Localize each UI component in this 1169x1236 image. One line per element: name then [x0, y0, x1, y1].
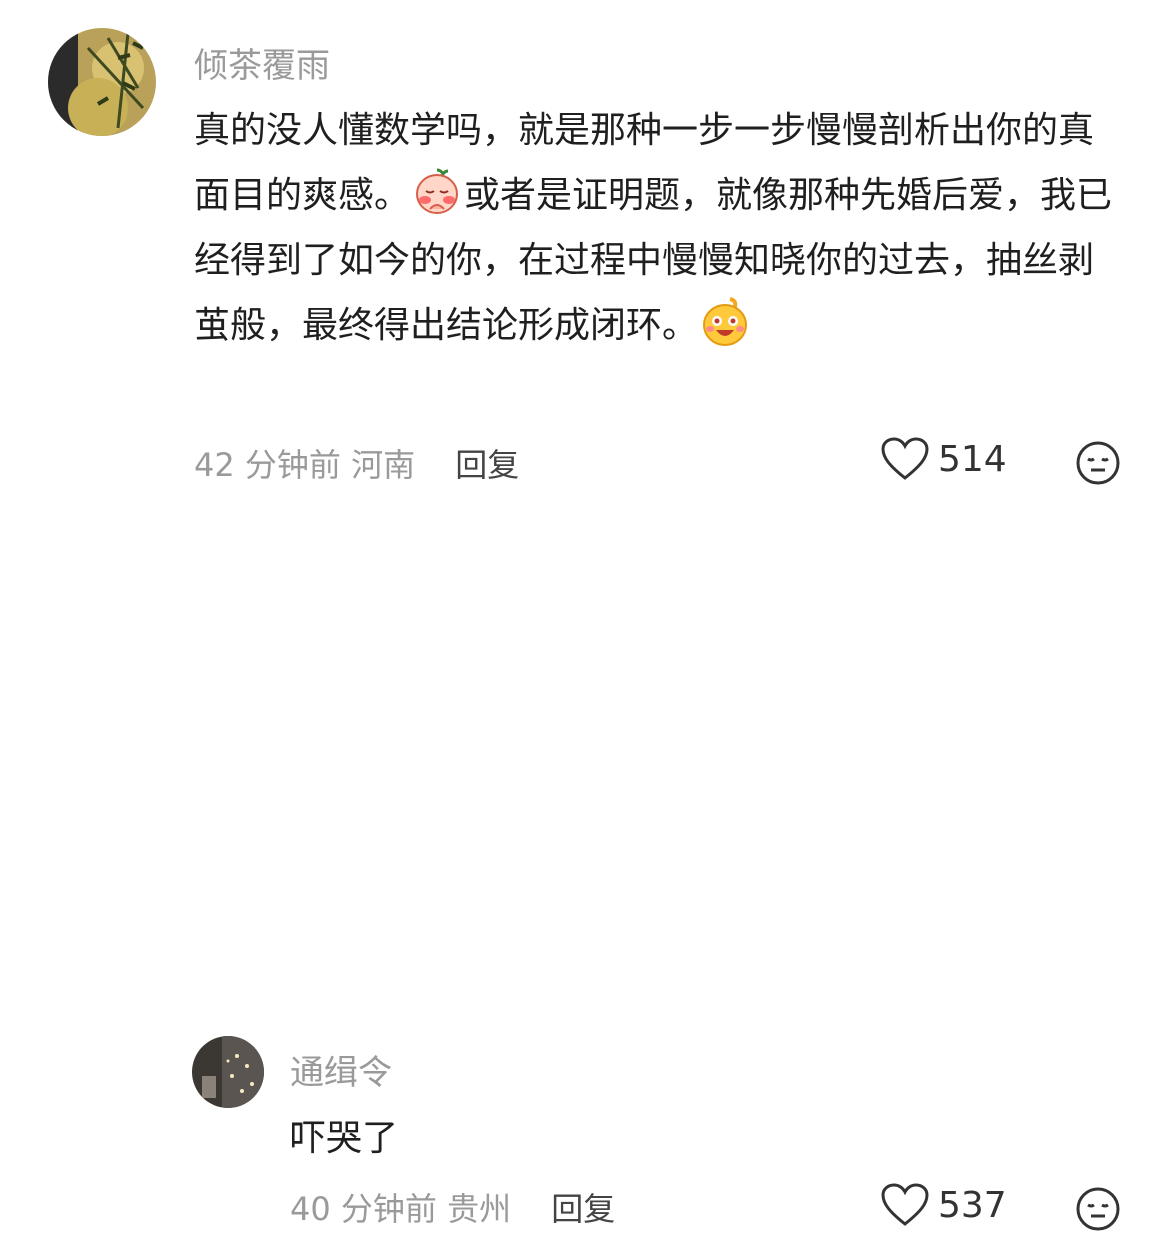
neutral-face-icon [1076, 1187, 1120, 1231]
comment-meta: 40 分钟前 贵州 回复 [290, 1184, 615, 1230]
comment-text: 吓哭了 [290, 1118, 399, 1159]
comment-time: 42 分钟前 [194, 446, 341, 484]
comment-time: 40 分钟前 [290, 1190, 437, 1228]
comment-location: 贵州 [447, 1190, 512, 1228]
watermark-overlay [1003, 697, 1163, 739]
avatar[interactable] [192, 1036, 264, 1108]
comment-meta: 42 分钟前 河南 回复 [194, 440, 519, 486]
reply-button[interactable]: 回复 [455, 446, 519, 484]
like-button[interactable]: 537 [880, 1182, 1007, 1228]
username[interactable]: 通缉令 [290, 1045, 392, 1094]
like-button[interactable]: 514 [880, 436, 1007, 482]
like-count: 514 [938, 438, 1007, 480]
reply-button[interactable]: 回复 [551, 1190, 615, 1228]
neutral-face-icon [1076, 441, 1120, 485]
grinning-face-icon [700, 297, 750, 347]
comment-location: 河南 [351, 446, 416, 484]
avatar[interactable] [48, 28, 156, 136]
reply-item: 通缉令 吓哭了 40 分钟前 贵州 回复 537 [0, 510, 1169, 1231]
comment-text: 真的没人懂数学吗，就是那种一步一步慢慢剖析出你的真面目的爽感。 或者是证明题，就… [194, 98, 1129, 358]
heart-outline-icon [881, 1183, 929, 1226]
comment-item: 倾茶覆雨 真的没人懂数学吗，就是那种一步一步慢慢剖析出你的真面目的爽感。 或者是… [0, 0, 1169, 510]
like-count: 537 [938, 1184, 1007, 1226]
blushing-face-icon [412, 167, 462, 217]
dislike-button[interactable] [1075, 440, 1121, 486]
heart-outline-icon [881, 437, 929, 480]
dislike-button[interactable] [1075, 1186, 1121, 1232]
username[interactable]: 倾茶覆雨 [194, 38, 330, 87]
